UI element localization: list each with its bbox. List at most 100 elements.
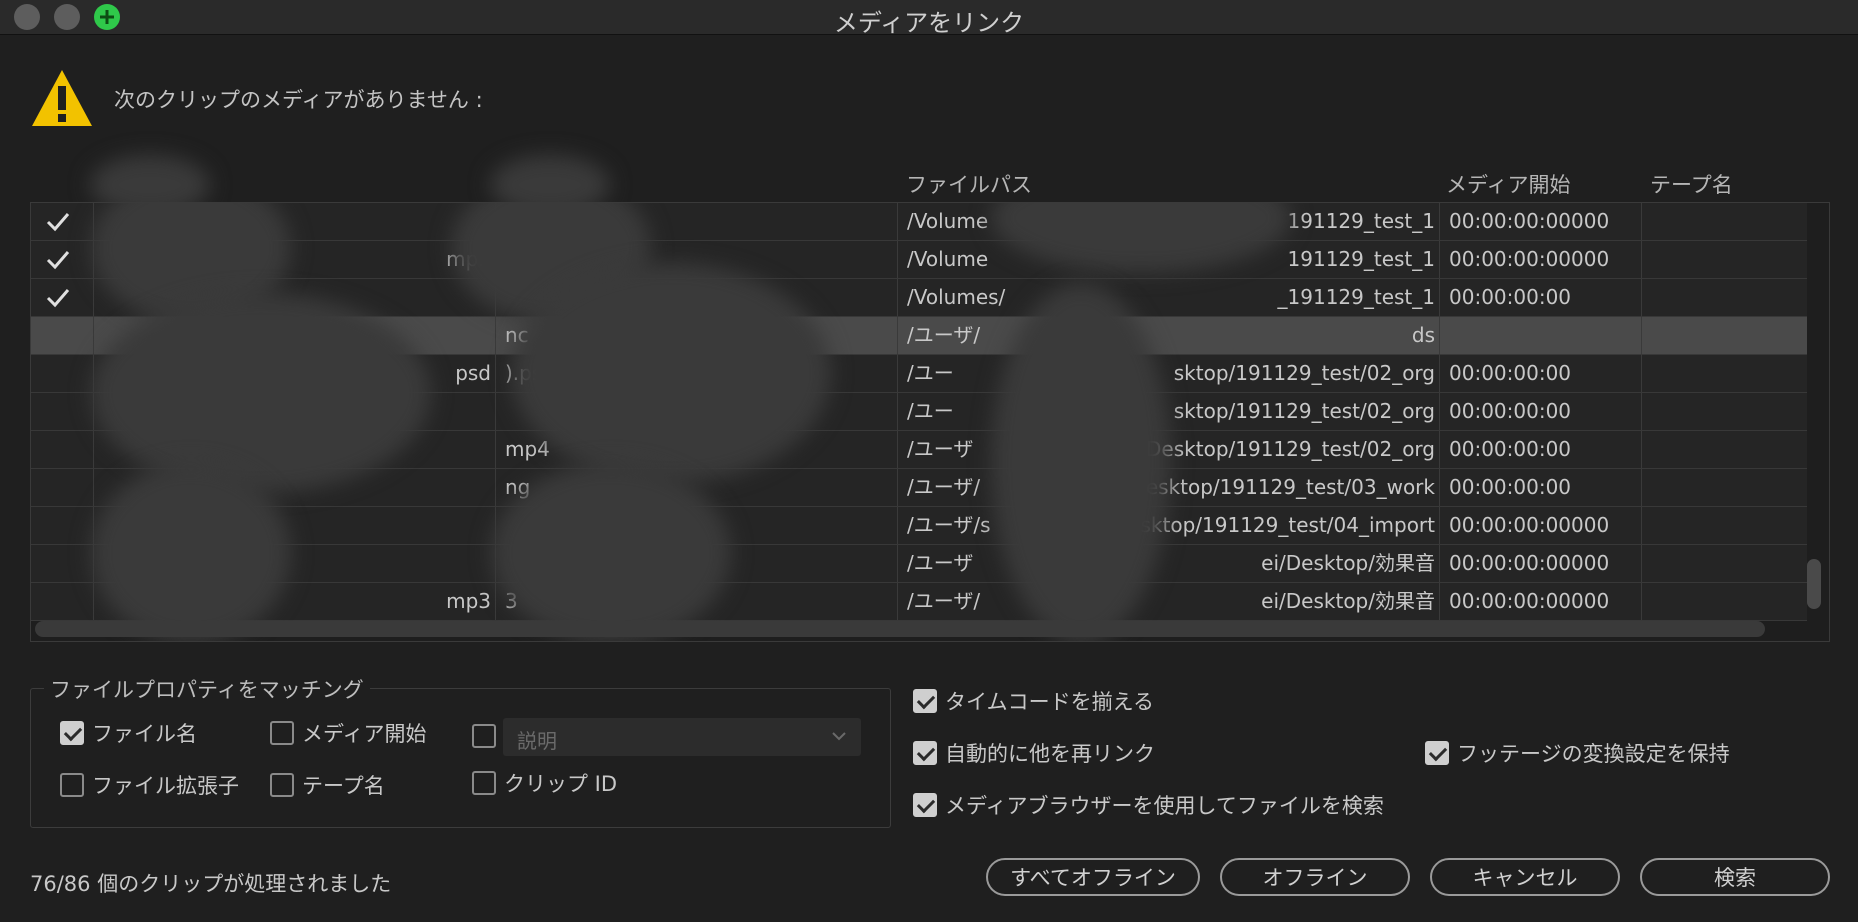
use-media-browser-checkbox[interactable]: メディアブラウザーを使用してファイルを検索 [913, 790, 1384, 820]
cell-clip-name [271, 545, 491, 582]
missing-media-message: 次のクリップのメディアがありません : [114, 88, 483, 112]
column-divider [93, 469, 94, 506]
column-divider [1439, 393, 1440, 430]
auto-relink-checkbox[interactable]: 自動的に他を再リンク [913, 738, 1155, 768]
cell-tape-name [1651, 507, 1801, 544]
column-divider [1641, 469, 1642, 506]
cell-clip-name [271, 507, 491, 544]
table-row[interactable]: /Volume 191129_test_1 00:00:00:00000 [31, 203, 1807, 241]
cell-tape-name [1651, 241, 1801, 278]
checkbox-icon [1425, 741, 1449, 765]
checkmark-icon [46, 289, 70, 308]
window-title: メディアをリンク [833, 9, 1025, 37]
checkbox-icon [270, 773, 294, 797]
cell-tape-name [1651, 469, 1801, 506]
column-divider [1641, 583, 1642, 620]
table-row[interactable]: /ユーザ/s ei/Desktop/191129_test/04_import 00… [31, 507, 1807, 545]
horizontal-scrollbar[interactable] [35, 621, 1765, 637]
checkbox-icon [913, 793, 937, 817]
match-file-name-checkbox[interactable]: ファイル名 [60, 718, 197, 748]
column-divider [897, 393, 898, 430]
column-divider [897, 279, 898, 316]
match-clip-id-checkbox[interactable]: クリップ ID [472, 768, 617, 798]
cell-media-start: 00:00:00:00000 [1449, 513, 1610, 537]
checkbox-icon [60, 773, 84, 797]
column-divider [1641, 355, 1642, 392]
column-divider [495, 431, 496, 468]
match-file-extension-checkbox[interactable]: ファイル拡張子 [60, 770, 239, 800]
column-header-tape-name[interactable]: テープ名 [1650, 169, 1733, 199]
cell-file-path: /Volumes/ [907, 285, 1006, 309]
column-divider [1641, 545, 1642, 582]
description-dropdown[interactable]: 説明 [503, 718, 861, 756]
title-bar: メディアをリンク [0, 0, 1858, 37]
column-divider [93, 431, 94, 468]
missing-clips-table[interactable]: /Volume191129_test_100:00:00:00000mp3.mp… [30, 202, 1830, 642]
cell-media-start: 00:00:00:00000 [1449, 551, 1610, 575]
column-divider [897, 203, 898, 240]
match-tape-name-checkbox[interactable]: テープ名 [270, 770, 385, 800]
column-divider [897, 355, 898, 392]
table-row[interactable]: mp3.mp3/Volume191129_test_100:00:00:0000… [31, 241, 1807, 279]
cell-media-start: 00:00:00:00 [1449, 285, 1572, 309]
cell-tape-name [1651, 203, 1801, 240]
column-divider [897, 469, 898, 506]
table-row[interactable]: /ユーザ ei/Desktop/効果音 00:00:00:00000 [31, 545, 1807, 583]
column-divider [897, 317, 898, 354]
cell-media-start: 00:00:00:00 [1449, 437, 1572, 461]
checkmark-icon [46, 251, 70, 270]
cell-clip-name: mp3 [446, 589, 491, 613]
cell-file-path: /Volume [907, 247, 989, 271]
column-divider [897, 583, 898, 620]
column-divider [1439, 469, 1440, 506]
search-button[interactable]: 検索 [1640, 858, 1830, 896]
cell-tape-name [1651, 393, 1801, 430]
match-description-checkbox[interactable] [472, 724, 504, 748]
offline-all-button[interactable]: すべてオフライン [986, 858, 1200, 896]
cell-file-path: /ユーザ/ [907, 589, 981, 613]
cancel-button[interactable]: キャンセル [1430, 858, 1620, 896]
column-divider [93, 583, 94, 620]
cell-media-start: 00:00:00:00 [1449, 399, 1572, 423]
column-header-media-start[interactable]: メディア開始 [1446, 169, 1571, 199]
column-divider [1439, 583, 1440, 620]
column-divider [495, 583, 496, 620]
table-row[interactable]: mp33/ユーザ/ei/Desktop/効果音00:00:00:00000 [31, 583, 1807, 621]
cell-tape-name [1651, 279, 1801, 316]
cell-tape-name [1651, 317, 1801, 354]
column-divider [1641, 279, 1642, 316]
status-text: 76/86 個のクリップが処理されました [30, 872, 392, 896]
column-divider [495, 469, 496, 506]
offline-button[interactable]: オフライン [1220, 858, 1410, 896]
column-header-file-path[interactable]: ファイルパス [906, 169, 1032, 199]
match-media-start-checkbox[interactable]: メディア開始 [270, 718, 427, 748]
cell-media-start [1449, 317, 1637, 354]
vertical-scrollbar[interactable] [1807, 559, 1821, 609]
column-divider [1439, 431, 1440, 468]
redacted-blur [491, 463, 731, 641]
checkbox-icon [472, 724, 496, 748]
cell-tape-name [1651, 545, 1801, 582]
column-divider [1439, 507, 1440, 544]
redacted-blur [91, 463, 291, 641]
cell-media-start: 00:00:00:00 [1449, 475, 1572, 499]
preserve-interpret-checkbox[interactable]: フッテージの変換設定を保持 [1425, 738, 1730, 768]
column-divider [1641, 431, 1642, 468]
column-divider [1641, 317, 1642, 354]
column-divider [1641, 393, 1642, 430]
column-divider [495, 355, 496, 392]
cell-media-start: 00:00:00:00 [1449, 361, 1572, 385]
column-divider [1641, 241, 1642, 278]
redacted-blur [511, 263, 831, 483]
cell-file-path: /ユーザ/ [907, 323, 981, 347]
column-divider [93, 317, 94, 354]
align-timecode-checkbox[interactable]: タイムコードを揃える [913, 686, 1154, 716]
column-divider [897, 431, 898, 468]
chevron-down-icon [832, 732, 846, 741]
checkbox-icon [472, 771, 496, 795]
column-divider [1439, 203, 1440, 240]
column-divider [897, 241, 898, 278]
checkbox-icon [270, 721, 294, 745]
checkbox-icon [913, 741, 937, 765]
column-divider [495, 393, 496, 430]
